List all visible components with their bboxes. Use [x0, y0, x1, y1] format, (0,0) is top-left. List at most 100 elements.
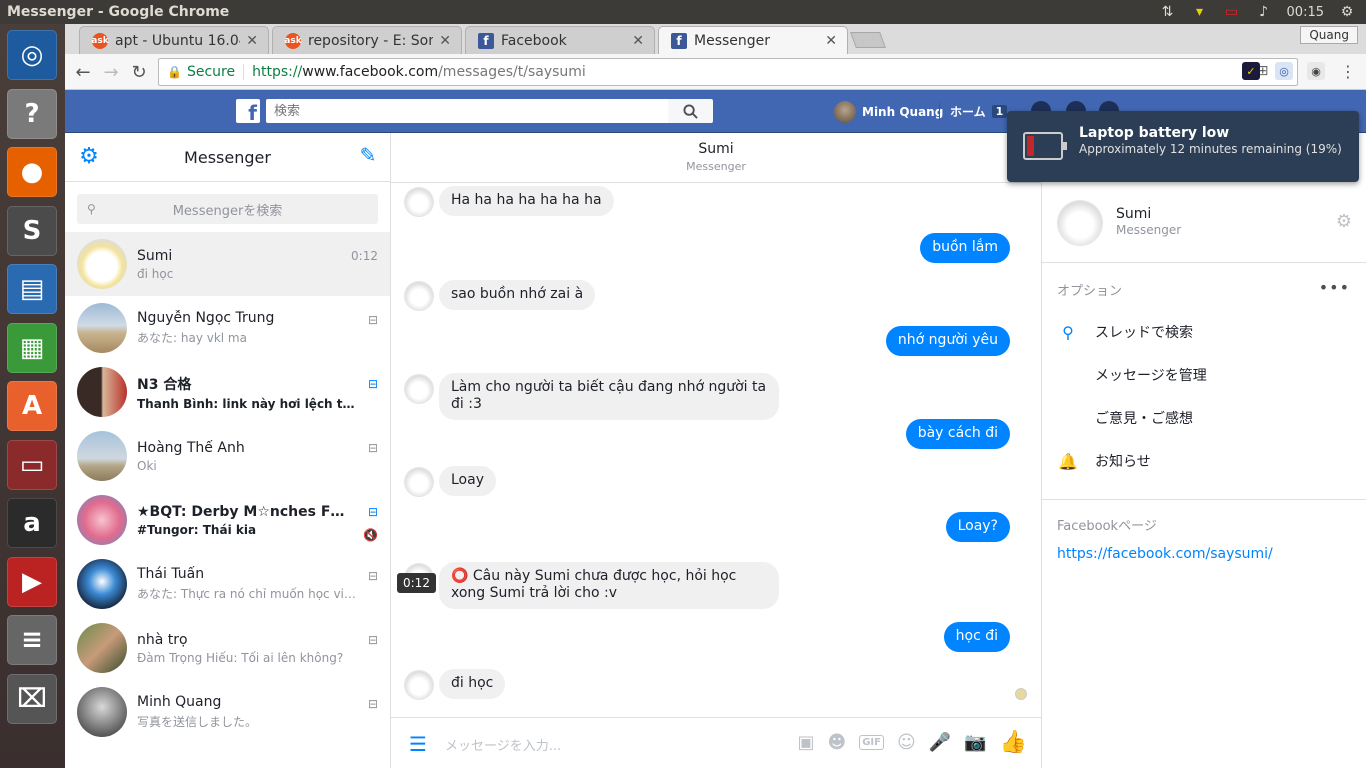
sticker-icon[interactable]: ☻ [827, 732, 846, 753]
compose-icon[interactable]: ✎ [356, 143, 380, 167]
chrome-menu-icon[interactable]: ⋮ [1339, 62, 1357, 81]
tab-messenger[interactable]: f Messenger ✕ [658, 26, 848, 54]
files-icon[interactable]: ▭ [7, 439, 57, 490]
software-center-icon[interactable]: A [7, 381, 57, 431]
tab-apt[interactable]: ask apt - Ubuntu 16.04 c ✕ [79, 26, 269, 54]
menu-icon[interactable]: ☰ [409, 732, 427, 756]
message-bubble[interactable]: bày cách đi [905, 419, 1010, 449]
thumbs-up-icon[interactable]: 👍 [1000, 730, 1027, 755]
gif-icon[interactable]: GIF [859, 735, 884, 750]
message-bubble[interactable]: học đi [943, 622, 1010, 652]
conversation-name: N3 合格 [137, 376, 192, 393]
avatar [405, 375, 433, 403]
contact-name[interactable]: Sumi [1116, 206, 1151, 222]
message-bubble[interactable]: ⭕ Câu này Sumi chưa được học, hỏi học xo… [439, 562, 779, 609]
messenger-search-input[interactable]: ⚲ Messengerを検索 [77, 194, 378, 224]
sublime-text-icon[interactable]: S [7, 205, 57, 256]
option-manage-messages[interactable]: メッセージを管理 [1057, 363, 1207, 387]
clock[interactable]: 00:15 [1287, 5, 1324, 20]
keyboard-icon[interactable]: ▾ [1191, 4, 1209, 20]
microphone-icon[interactable]: 🎤 [929, 732, 951, 753]
askubuntu-favicon-icon: ask [284, 32, 302, 49]
tab-facebook[interactable]: f Facebook ✕ [465, 26, 655, 54]
writer-icon[interactable]: ▤ [7, 264, 57, 314]
home-link[interactable]: ホーム 1 [939, 103, 1008, 120]
outgoing-message: bày cách đi [905, 419, 1010, 449]
close-icon[interactable]: ✕ [632, 33, 644, 49]
message-bubble[interactable]: Ha ha ha ha ha ha ha [439, 186, 614, 216]
calc-icon[interactable]: ▦ [7, 322, 57, 373]
option-search-thread[interactable]: ⚲ スレッドで検索 [1057, 320, 1193, 344]
message-bubble[interactable]: Làm cho người ta biết cậu đang nhớ người… [439, 373, 779, 420]
close-icon[interactable]: ✕ [825, 33, 837, 49]
message-bubble[interactable]: nhớ người yêu [885, 326, 1010, 356]
contact-profile: Sumi Messenger ⚙ [1042, 183, 1366, 263]
bell-icon: 🔔 [1058, 451, 1078, 471]
settings-gear-icon[interactable]: ⚙ [1336, 211, 1352, 232]
help-icon[interactable]: ? [7, 88, 57, 139]
message-bubble[interactable]: Loay [439, 466, 496, 496]
ubuntu-logo-icon[interactable]: ◎ [7, 30, 57, 80]
profile-chip[interactable]: Quang [1300, 26, 1358, 44]
volume-icon[interactable]: ♪ [1255, 4, 1273, 20]
timestamp-tooltip: 0:12 [397, 573, 436, 593]
option-label: メッセージを管理 [1095, 368, 1207, 384]
address-bar[interactable]: 🔒 Secure https:// www.facebook.com /mess… [158, 58, 1298, 86]
notification-title: Laptop battery low [1079, 125, 1230, 141]
workspaces-icon[interactable]: ≡ [7, 615, 57, 665]
message-bubble[interactable]: sao buồn nhớ zai à [439, 280, 596, 310]
youtube-icon[interactable]: ▶ [7, 556, 57, 607]
unity-launcher: ◎? ● S ▤ ▦ A ▭ a ▶ ≡ ⌧ [0, 24, 65, 768]
tab-repository[interactable]: ask repository - E: Some ✕ [272, 26, 462, 54]
new-tab-button[interactable] [850, 32, 886, 48]
battery-icon[interactable]: ▭ [1223, 4, 1241, 20]
network-icon[interactable]: ⇅ [1159, 4, 1177, 20]
window-title: Messenger - Google Chrome [7, 4, 230, 20]
conversation-item[interactable]: Sumi đi học 0:12 [65, 232, 390, 296]
avatar[interactable] [1058, 201, 1102, 245]
message-bubble[interactable]: Loay? [945, 512, 1010, 542]
facebook-logo-icon[interactable]: f [236, 99, 260, 123]
message-bubble[interactable]: buồn lắm [920, 233, 1010, 263]
firefox-icon[interactable]: ● [7, 147, 57, 197]
message-bubble[interactable]: đi học [439, 669, 506, 699]
message-input[interactable]: メッセージを入力... [445, 735, 561, 754]
settings-gear-icon[interactable]: ⚙ [1338, 4, 1356, 20]
back-icon[interactable]: ← [72, 61, 94, 83]
conversation-snippet: Đàm Trọng Hiếu: Tối ai lên không? [137, 650, 344, 665]
forward-icon[interactable]: → [100, 61, 122, 83]
tab-label: repository - E: Some [308, 32, 433, 49]
reload-icon[interactable]: ↻ [128, 61, 150, 83]
conversation-item[interactable]: Hoàng Thế Anh Oki ⊟ [65, 424, 390, 488]
incoming-message: Ha ha ha ha ha ha ha [405, 186, 614, 216]
close-icon[interactable]: ✕ [246, 33, 258, 49]
conversation-item[interactable]: ★BQT: Derby M☆nches F@ns... #Tungor: Thái… [65, 488, 390, 552]
conversation-item[interactable]: Minh Quang 写真を送信しました。 ⊟ [65, 680, 390, 744]
conversation-item[interactable]: N3 合格 Thanh Bình: link này hơi lệch tí nh… [65, 360, 390, 424]
conversation-item[interactable]: nhà trọ Đàm Trọng Hiếu: Tối ai lên không?… [65, 616, 390, 680]
extension-icon[interactable]: ◉ [1307, 62, 1325, 80]
extension-icon[interactable]: ◎ [1275, 62, 1293, 80]
more-options-icon[interactable]: ••• [1319, 278, 1350, 297]
extension-icon[interactable]: ✓ [1242, 62, 1260, 80]
avatar [405, 282, 433, 310]
profile-link[interactable]: Minh Quang [834, 101, 943, 123]
read-status-icon: ⊟ [367, 441, 378, 455]
option-feedback[interactable]: ご意見・ご感想 [1057, 406, 1193, 430]
close-icon[interactable]: ✕ [439, 33, 451, 49]
amazon-icon[interactable]: a [7, 498, 57, 548]
image-icon[interactable]: ▣ [797, 732, 814, 753]
camera-icon[interactable]: 📷 [964, 732, 986, 753]
conversation-item[interactable]: Thái Tuấn あなた: Thực ra nó chỉ muốn học vi… [65, 552, 390, 616]
incoming-message: ⭕ Câu này Sumi chưa được học, hỏi học xo… [405, 562, 779, 609]
facebook-search-input[interactable] [266, 99, 668, 123]
facebook-favicon-icon: f [478, 32, 494, 49]
incoming-message: đi học [405, 669, 506, 699]
trash-icon[interactable]: ⌧ [7, 673, 57, 724]
emoji-icon[interactable]: ☺ [897, 732, 916, 753]
conversation-item[interactable]: Nguyễn Ngọc Trung あなた: hay vkl ma ⊟ [65, 296, 390, 360]
facebook-page-link[interactable]: https://facebook.com/saysumi/ [1057, 546, 1273, 562]
thread-name[interactable]: Sumi [391, 141, 1041, 157]
search-icon[interactable] [668, 99, 713, 123]
option-notifications[interactable]: 🔔 お知らせ [1057, 449, 1151, 473]
